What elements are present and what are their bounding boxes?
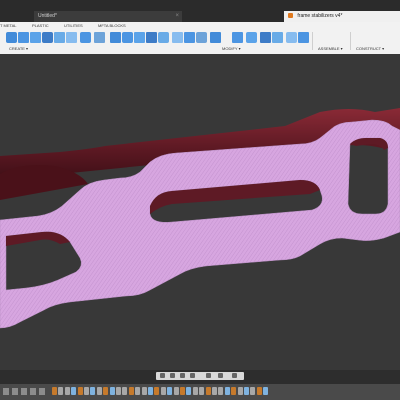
tool-icons-row [0, 32, 400, 46]
group-create[interactable]: CREATE ▾ [9, 46, 28, 51]
ribbon-tab-utilities[interactable]: UTILITIES [64, 23, 83, 28]
frame-stabilizer-model [0, 108, 400, 329]
revolve-icon[interactable] [18, 32, 29, 43]
joint-icon[interactable] [246, 32, 257, 43]
close-icon[interactable]: × [175, 11, 179, 22]
cylinder-icon[interactable] [42, 32, 53, 43]
timeline-feature-icon[interactable] [71, 387, 77, 395]
last-icon[interactable] [39, 388, 45, 395]
timeline-feature-icon[interactable] [212, 387, 217, 395]
tab-untitled[interactable]: Untitled* × [34, 11, 182, 22]
coil-icon[interactable] [80, 32, 91, 43]
timeline-feature-icon[interactable] [154, 387, 160, 395]
group-assemble[interactable]: ASSEMBLE ▾ [318, 46, 343, 51]
fit-icon[interactable] [190, 373, 195, 378]
group-modify[interactable]: MODIFY ▾ [222, 46, 241, 51]
timeline-feature-icon[interactable] [116, 387, 121, 395]
fillet-icon[interactable] [110, 32, 121, 43]
timeline-feature-icon[interactable] [64, 387, 70, 395]
ribbon-divider [350, 32, 351, 50]
timeline-feature-icon[interactable] [263, 387, 269, 395]
plane-icon[interactable] [272, 32, 283, 43]
timeline-feature-icon[interactable] [77, 387, 83, 395]
timeline-feature-icon[interactable] [103, 387, 109, 395]
timeline-feature-icon[interactable] [135, 387, 141, 395]
ribbon-divider [312, 32, 313, 50]
timeline-feature-icon[interactable] [256, 387, 262, 395]
tab-label: Untitled* [38, 13, 57, 19]
timeline-feature-icon[interactable] [205, 387, 211, 395]
timeline-feature-icon[interactable] [160, 387, 166, 395]
timeline-feature-icon[interactable] [84, 387, 89, 395]
draft-icon[interactable] [146, 32, 157, 43]
orbit-icon[interactable] [160, 373, 165, 378]
new-component-icon[interactable] [232, 32, 243, 43]
ribbon-tab-plastic[interactable]: PLASTIC [32, 23, 49, 28]
timeline-feature-icon[interactable] [237, 387, 243, 395]
navigation-bar [156, 372, 244, 380]
shell-icon[interactable] [134, 32, 145, 43]
timeline-feature-icon[interactable] [186, 387, 192, 395]
timeline-feature-icon[interactable] [180, 387, 185, 395]
zoom-icon[interactable] [180, 373, 185, 378]
offset-plane-icon[interactable] [210, 32, 221, 43]
move-icon[interactable] [184, 32, 195, 43]
timeline-feature-icon[interactable] [109, 387, 115, 395]
ribbon-toolbar: T METAL PLASTIC UTILITIES MFTA BLOCKS CR… [0, 22, 400, 55]
viewport-icon[interactable] [232, 373, 237, 378]
tab-label: frame stabilizers v4* [297, 13, 343, 19]
first-icon[interactable] [3, 388, 9, 395]
timeline-feature-icon[interactable] [224, 387, 230, 395]
cross-section-cap [0, 119, 400, 329]
hole-icon[interactable] [30, 32, 41, 43]
pyramid-icon[interactable] [94, 32, 105, 43]
3d-viewport[interactable] [0, 54, 400, 370]
prev-icon[interactable] [12, 388, 18, 395]
timeline-feature-icon[interactable] [148, 387, 153, 395]
as-built-joint-icon[interactable] [260, 32, 271, 43]
timeline-feature-icon[interactable] [218, 387, 224, 395]
timeline-feature-icon[interactable] [250, 387, 256, 395]
combine-icon[interactable] [172, 32, 183, 43]
timeline [0, 384, 400, 400]
grid-icon[interactable] [218, 373, 223, 378]
timeline-feature-icon[interactable] [122, 387, 128, 395]
next-icon[interactable] [30, 388, 36, 395]
document-icon [288, 13, 293, 19]
play-icon[interactable] [21, 388, 27, 395]
ribbon-tabs: T METAL PLASTIC UTILITIES MFTA BLOCKS [0, 22, 400, 30]
sweep-icon[interactable] [66, 32, 77, 43]
point-icon[interactable] [298, 32, 309, 43]
timeline-feature-icon[interactable] [128, 387, 134, 395]
timeline-feature-icon[interactable] [96, 387, 102, 395]
group-construct[interactable]: CONSTRUCT ▾ [356, 46, 384, 51]
tab-frame-stabilizers[interactable]: frame stabilizers v4* [284, 11, 400, 22]
bottom-bar [0, 370, 400, 400]
timeline-feature-icon[interactable] [244, 387, 249, 395]
timeline-feature-icon[interactable] [90, 387, 96, 395]
timeline-feature-icon[interactable] [52, 387, 57, 395]
extrude-icon[interactable] [6, 32, 17, 43]
pan-icon[interactable] [170, 373, 175, 378]
ribbon-tab-sheet-metal[interactable]: T METAL [0, 23, 17, 28]
timeline-feature-icon[interactable] [199, 387, 205, 395]
chamfer-icon[interactable] [122, 32, 133, 43]
timeline-feature-icon[interactable] [58, 387, 64, 395]
pipe-icon[interactable] [54, 32, 65, 43]
axis-icon[interactable] [286, 32, 297, 43]
timeline-feature-icon[interactable] [141, 387, 147, 395]
timeline-feature-icon[interactable] [231, 387, 237, 395]
timeline-feature-icon[interactable] [173, 387, 179, 395]
display-icon[interactable] [206, 373, 211, 378]
align-icon[interactable] [196, 32, 207, 43]
timeline-feature-icon[interactable] [167, 387, 173, 395]
timeline-feature-icon[interactable] [192, 387, 198, 395]
browser-tab-bar: Untitled* × frame stabilizers v4* [0, 0, 400, 22]
ribbon-tab-mfta-blocks[interactable]: MFTA BLOCKS [98, 23, 126, 28]
scale-icon[interactable] [158, 32, 169, 43]
